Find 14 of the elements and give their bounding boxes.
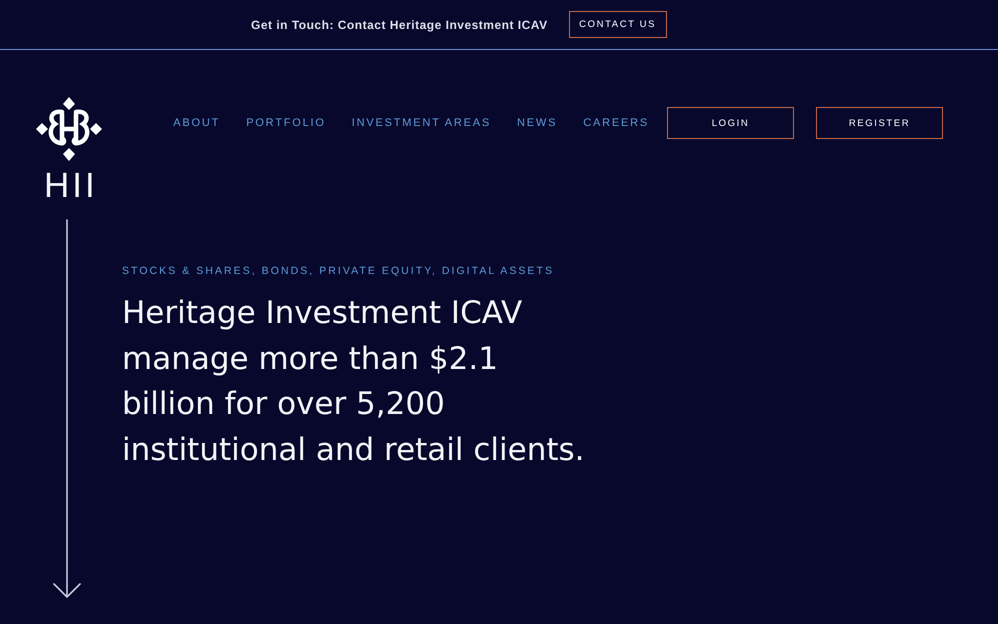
nav-link[interactable]: ABOUT (173, 117, 220, 129)
hero-kicker-text: STOCKS & SHARES, BONDS, PRIVATE EQUITY, DIGITAL ASSETS (122, 265, 556, 277)
contact-prompt-text: Get in Touch: Contact Heritage Investment ICAV (251, 18, 548, 32)
register-button[interactable]: REGISTER (816, 107, 943, 139)
nav-link[interactable]: NEWS (517, 117, 558, 129)
contact-us-button[interactable]: CONTACT US (568, 11, 667, 38)
nav-link[interactable]: PORTFOLIO (246, 117, 326, 129)
scroll-down-arrow-icon[interactable] (53, 219, 81, 599)
login-button[interactable]: LOGIN (667, 107, 794, 139)
ornament-logo-icon[interactable] (36, 97, 102, 161)
nav-link[interactable]: INVESTMENT AREAS (352, 117, 492, 129)
nav-link[interactable]: CAREERS (583, 117, 649, 129)
logo-text: HII (44, 168, 98, 204)
hero-headline: Heritage Investment ICAV manage more than $2.1 billion for over 5,200 institutional and retail clients. (122, 294, 586, 470)
